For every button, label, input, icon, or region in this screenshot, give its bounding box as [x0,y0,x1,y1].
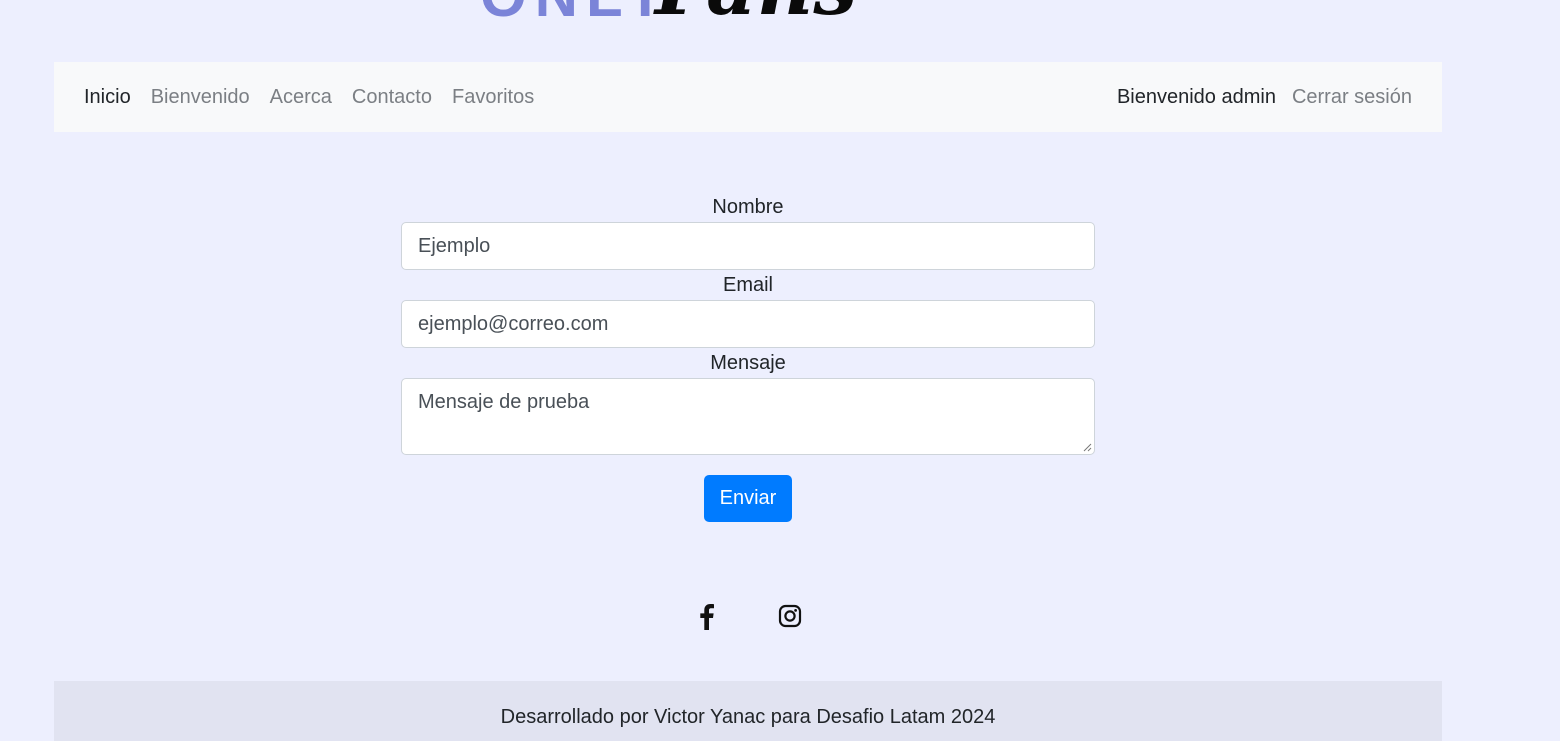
top-navbar: Inicio Bienvenido Acerca Contacto Favori… [54,62,1442,132]
submit-button[interactable]: Enviar [703,475,793,522]
nav-links: Inicio Bienvenido Acerca Contacto Favori… [84,86,534,109]
resize-handle-icon[interactable] [1082,442,1092,452]
nav-link-contacto[interactable]: Contacto [352,86,432,109]
message-label: Mensaje [710,352,786,374]
facebook-icon[interactable] [690,600,722,632]
email-label: Email [722,274,773,296]
nav-link-favoritos[interactable]: Favoritos [452,86,534,109]
page-footer: Desarrollado por Victor Yanac para Desaf… [54,681,1442,741]
name-input[interactable] [401,222,1095,270]
welcome-user-text: Bienvenido admin [1116,85,1276,108]
instagram-icon[interactable] [774,600,806,632]
nav-link-acerca[interactable]: Acerca [270,86,332,109]
logout-link[interactable]: Cerrar sesión [1292,86,1412,109]
logo-text-left: ONLY [480,0,673,29]
social-links [690,600,806,632]
nav-user-area: Bienvenido admin Cerrar sesión [1117,86,1412,109]
site-logo[interactable]: ONLY Fans [480,0,1020,34]
message-textarea[interactable]: Mensaje de prueba [401,378,1095,455]
contact-form: Nombre Email Mensaje Mensaje de prueba E… [401,192,1095,522]
submit-wrapper: Enviar [401,475,1095,522]
nav-link-bienvenido[interactable]: Bienvenido [151,86,250,109]
footer-credits: Desarrollado por Victor Yanac para Desaf… [500,706,996,728]
name-label: Nombre [712,196,784,218]
logo-graphic: ONLY Fans [480,0,857,33]
email-input[interactable] [401,300,1095,348]
logo-text-right: Fans [653,0,857,33]
message-text: Mensaje de prueba [418,391,590,413]
nav-link-inicio[interactable]: Inicio [84,86,131,109]
